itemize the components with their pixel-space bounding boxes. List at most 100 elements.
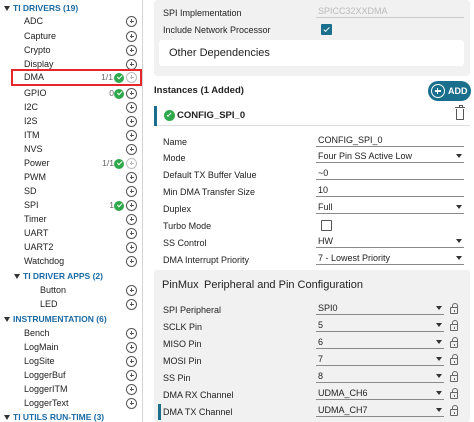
instance-tab[interactable]: CONFIG_SPI_0	[154, 105, 470, 126]
tree-item-label: Power	[24, 158, 50, 168]
tree-item-loggerbuf[interactable]: LoggerBuf	[14, 369, 138, 381]
prop-label: Name	[163, 137, 188, 147]
tree-item-loggertext[interactable]: LoggerText	[14, 397, 138, 409]
tree-item-pwm[interactable]: PWM	[14, 171, 138, 183]
tree-item-spi[interactable]: SPI 1	[14, 199, 138, 211]
tree-item-power[interactable]: Power 1/1	[14, 157, 138, 169]
lock-icon[interactable]	[450, 303, 458, 314]
tree-item-label: GPIO	[24, 88, 47, 98]
sclk-pin-select[interactable]: 5	[316, 318, 444, 332]
add-icon[interactable]	[126, 115, 137, 127]
section-ti-utils-run-time[interactable]: TI UTILS RUN-TIME (3)	[4, 411, 104, 422]
tree-item-led[interactable]: LED	[30, 298, 138, 310]
collapse-triangle-icon[interactable]	[4, 414, 10, 420]
add-icon[interactable]	[126, 327, 137, 339]
add-icon[interactable]	[126, 383, 137, 395]
prop-label: SS Control	[163, 238, 207, 248]
tree-item-watchdog[interactable]: Watchdog	[14, 255, 138, 267]
include-np-checkbox[interactable]	[321, 24, 332, 35]
tree-item-logsite[interactable]: LogSite	[14, 355, 138, 367]
other-dependencies-panel[interactable]: Other Dependencies	[159, 40, 464, 66]
add-icon[interactable]	[126, 185, 137, 197]
add-button[interactable]: ADD	[428, 81, 471, 101]
tree-item-timer[interactable]: Timer	[14, 213, 138, 225]
add-icon[interactable]	[126, 30, 137, 42]
turbo-mode-checkbox[interactable]	[321, 220, 332, 231]
tree-item-uart[interactable]: UART	[14, 227, 138, 239]
section-instrumentation[interactable]: INSTRUMENTATION (6)	[4, 313, 107, 325]
add-icon[interactable]	[126, 241, 137, 253]
tree-item-logmain[interactable]: LogMain	[14, 341, 138, 353]
delete-icon[interactable]	[455, 105, 465, 120]
add-icon[interactable]	[126, 87, 137, 99]
lock-icon[interactable]	[450, 320, 458, 331]
tree-item-itm[interactable]: ITM	[14, 129, 138, 141]
lock-icon[interactable]	[450, 371, 458, 382]
miso-pin-select[interactable]: 6	[316, 335, 444, 349]
add-icon[interactable]	[126, 143, 137, 155]
duplex-select[interactable]: Full	[316, 200, 464, 214]
section-ti-driver-apps[interactable]: TI DRIVER APPS (2)	[14, 270, 103, 282]
tree-item-label: UART	[24, 228, 49, 238]
add-icon[interactable]	[126, 44, 137, 56]
chevron-down-icon	[436, 374, 442, 378]
row-indicator	[158, 404, 161, 420]
tree-item-bench[interactable]: Bench	[14, 327, 138, 339]
dma-priority-select[interactable]: 7 - Lowest Priority	[316, 251, 464, 265]
add-icon[interactable]	[126, 298, 137, 310]
min-dma-input[interactable]: 10	[316, 183, 464, 197]
tree-item-adc[interactable]: ADC	[14, 15, 138, 27]
collapse-triangle-icon[interactable]	[14, 273, 20, 279]
prop-label: Turbo Mode	[163, 221, 212, 231]
spi-implementation-field: SPICC32XXDMA	[316, 4, 464, 18]
name-input[interactable]: CONFIG_SPI_0	[316, 133, 464, 147]
tree-item-capture[interactable]: Capture	[14, 30, 138, 42]
ss-pin-select[interactable]: 8	[316, 369, 444, 383]
tree-item-i2c[interactable]: I2C	[14, 101, 138, 113]
tree-item-gpio[interactable]: GPIO 0	[14, 87, 138, 99]
add-icon[interactable]	[126, 129, 137, 141]
spi-peripheral-select[interactable]: SPI0	[316, 301, 444, 315]
chevron-down-icon	[456, 154, 462, 158]
add-icon[interactable]	[126, 284, 137, 296]
section-title: TI DRIVERS (19)	[13, 3, 79, 13]
mosi-pin-select[interactable]: 7	[316, 352, 444, 366]
lock-icon[interactable]	[450, 405, 458, 416]
add-icon[interactable]	[126, 213, 137, 225]
add-icon[interactable]	[126, 369, 137, 381]
collapse-triangle-icon[interactable]	[4, 316, 10, 322]
tree-item-nvs[interactable]: NVS	[14, 143, 138, 155]
add-icon[interactable]	[126, 355, 137, 367]
tree-item-label: SD	[24, 186, 37, 196]
add-icon[interactable]	[126, 199, 137, 211]
spi-implementation-label: SPI Implementation	[163, 8, 242, 18]
mode-select[interactable]: Four Pin SS Active Low	[316, 149, 464, 163]
tree-item-button[interactable]: Button	[30, 284, 138, 296]
add-icon[interactable]	[126, 341, 137, 353]
tree-item-i2s[interactable]: I2S	[14, 115, 138, 127]
add-icon[interactable]	[126, 58, 137, 70]
lock-icon[interactable]	[450, 354, 458, 365]
add-icon[interactable]	[126, 255, 137, 267]
dma-rx-select[interactable]: UDMA_CH6	[316, 386, 444, 400]
tree-item-dma[interactable]: DMA 1/1	[11, 69, 142, 86]
add-icon[interactable]	[126, 397, 137, 409]
lock-icon[interactable]	[450, 388, 458, 399]
add-icon	[126, 71, 137, 83]
add-icon[interactable]	[126, 15, 137, 27]
tree-item-display[interactable]: Display	[14, 58, 138, 70]
lock-icon[interactable]	[450, 337, 458, 348]
collapse-triangle-icon[interactable]	[4, 5, 10, 11]
add-icon[interactable]	[126, 171, 137, 183]
dma-tx-select[interactable]: UDMA_CH7	[316, 403, 444, 417]
tx-buffer-input[interactable]: ~0	[316, 166, 464, 180]
tree-item-uart2[interactable]: UART2	[14, 241, 138, 253]
tree-item-sd[interactable]: SD	[14, 185, 138, 197]
ss-control-select[interactable]: HW	[316, 234, 464, 248]
add-icon[interactable]	[126, 227, 137, 239]
tree-item-crypto[interactable]: Crypto	[14, 44, 138, 56]
tree-item-loggeritm[interactable]: LoggerITM	[14, 383, 138, 395]
section-ti-drivers[interactable]: TI DRIVERS (19)	[4, 2, 78, 14]
add-icon[interactable]	[126, 101, 137, 113]
section-title: INSTRUMENTATION (6)	[13, 314, 107, 324]
